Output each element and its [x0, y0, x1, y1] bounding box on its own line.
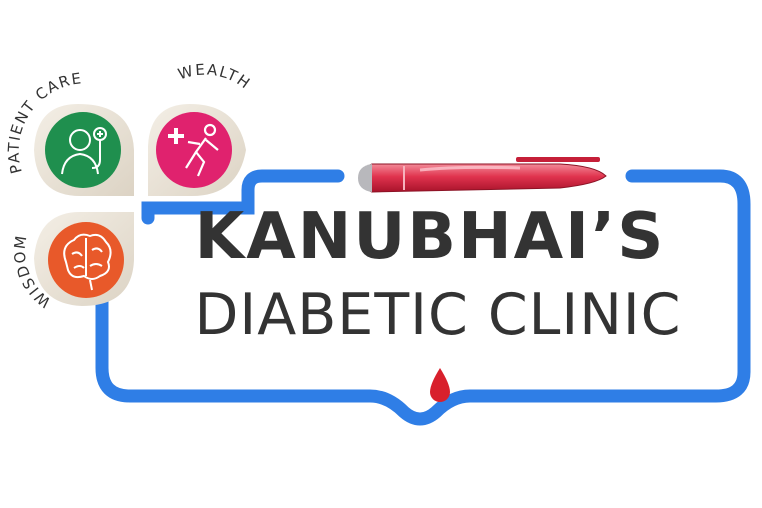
badge-wisdom: WISDOM: [11, 212, 134, 311]
badge-label-wealth: WEALTH: [176, 60, 253, 93]
badge-wealth: WEALTH: [148, 60, 254, 196]
badge-patient-care: PATIENT CARE: [4, 69, 134, 196]
clinic-name-line2: DIABETIC CLINIC: [194, 282, 682, 348]
insulin-pen-icon: [358, 157, 607, 193]
svg-text:WEALTH: WEALTH: [176, 60, 254, 93]
clinic-name-line1: KANUBHAI’S: [194, 200, 666, 274]
blood-drop-icon: [430, 368, 450, 402]
